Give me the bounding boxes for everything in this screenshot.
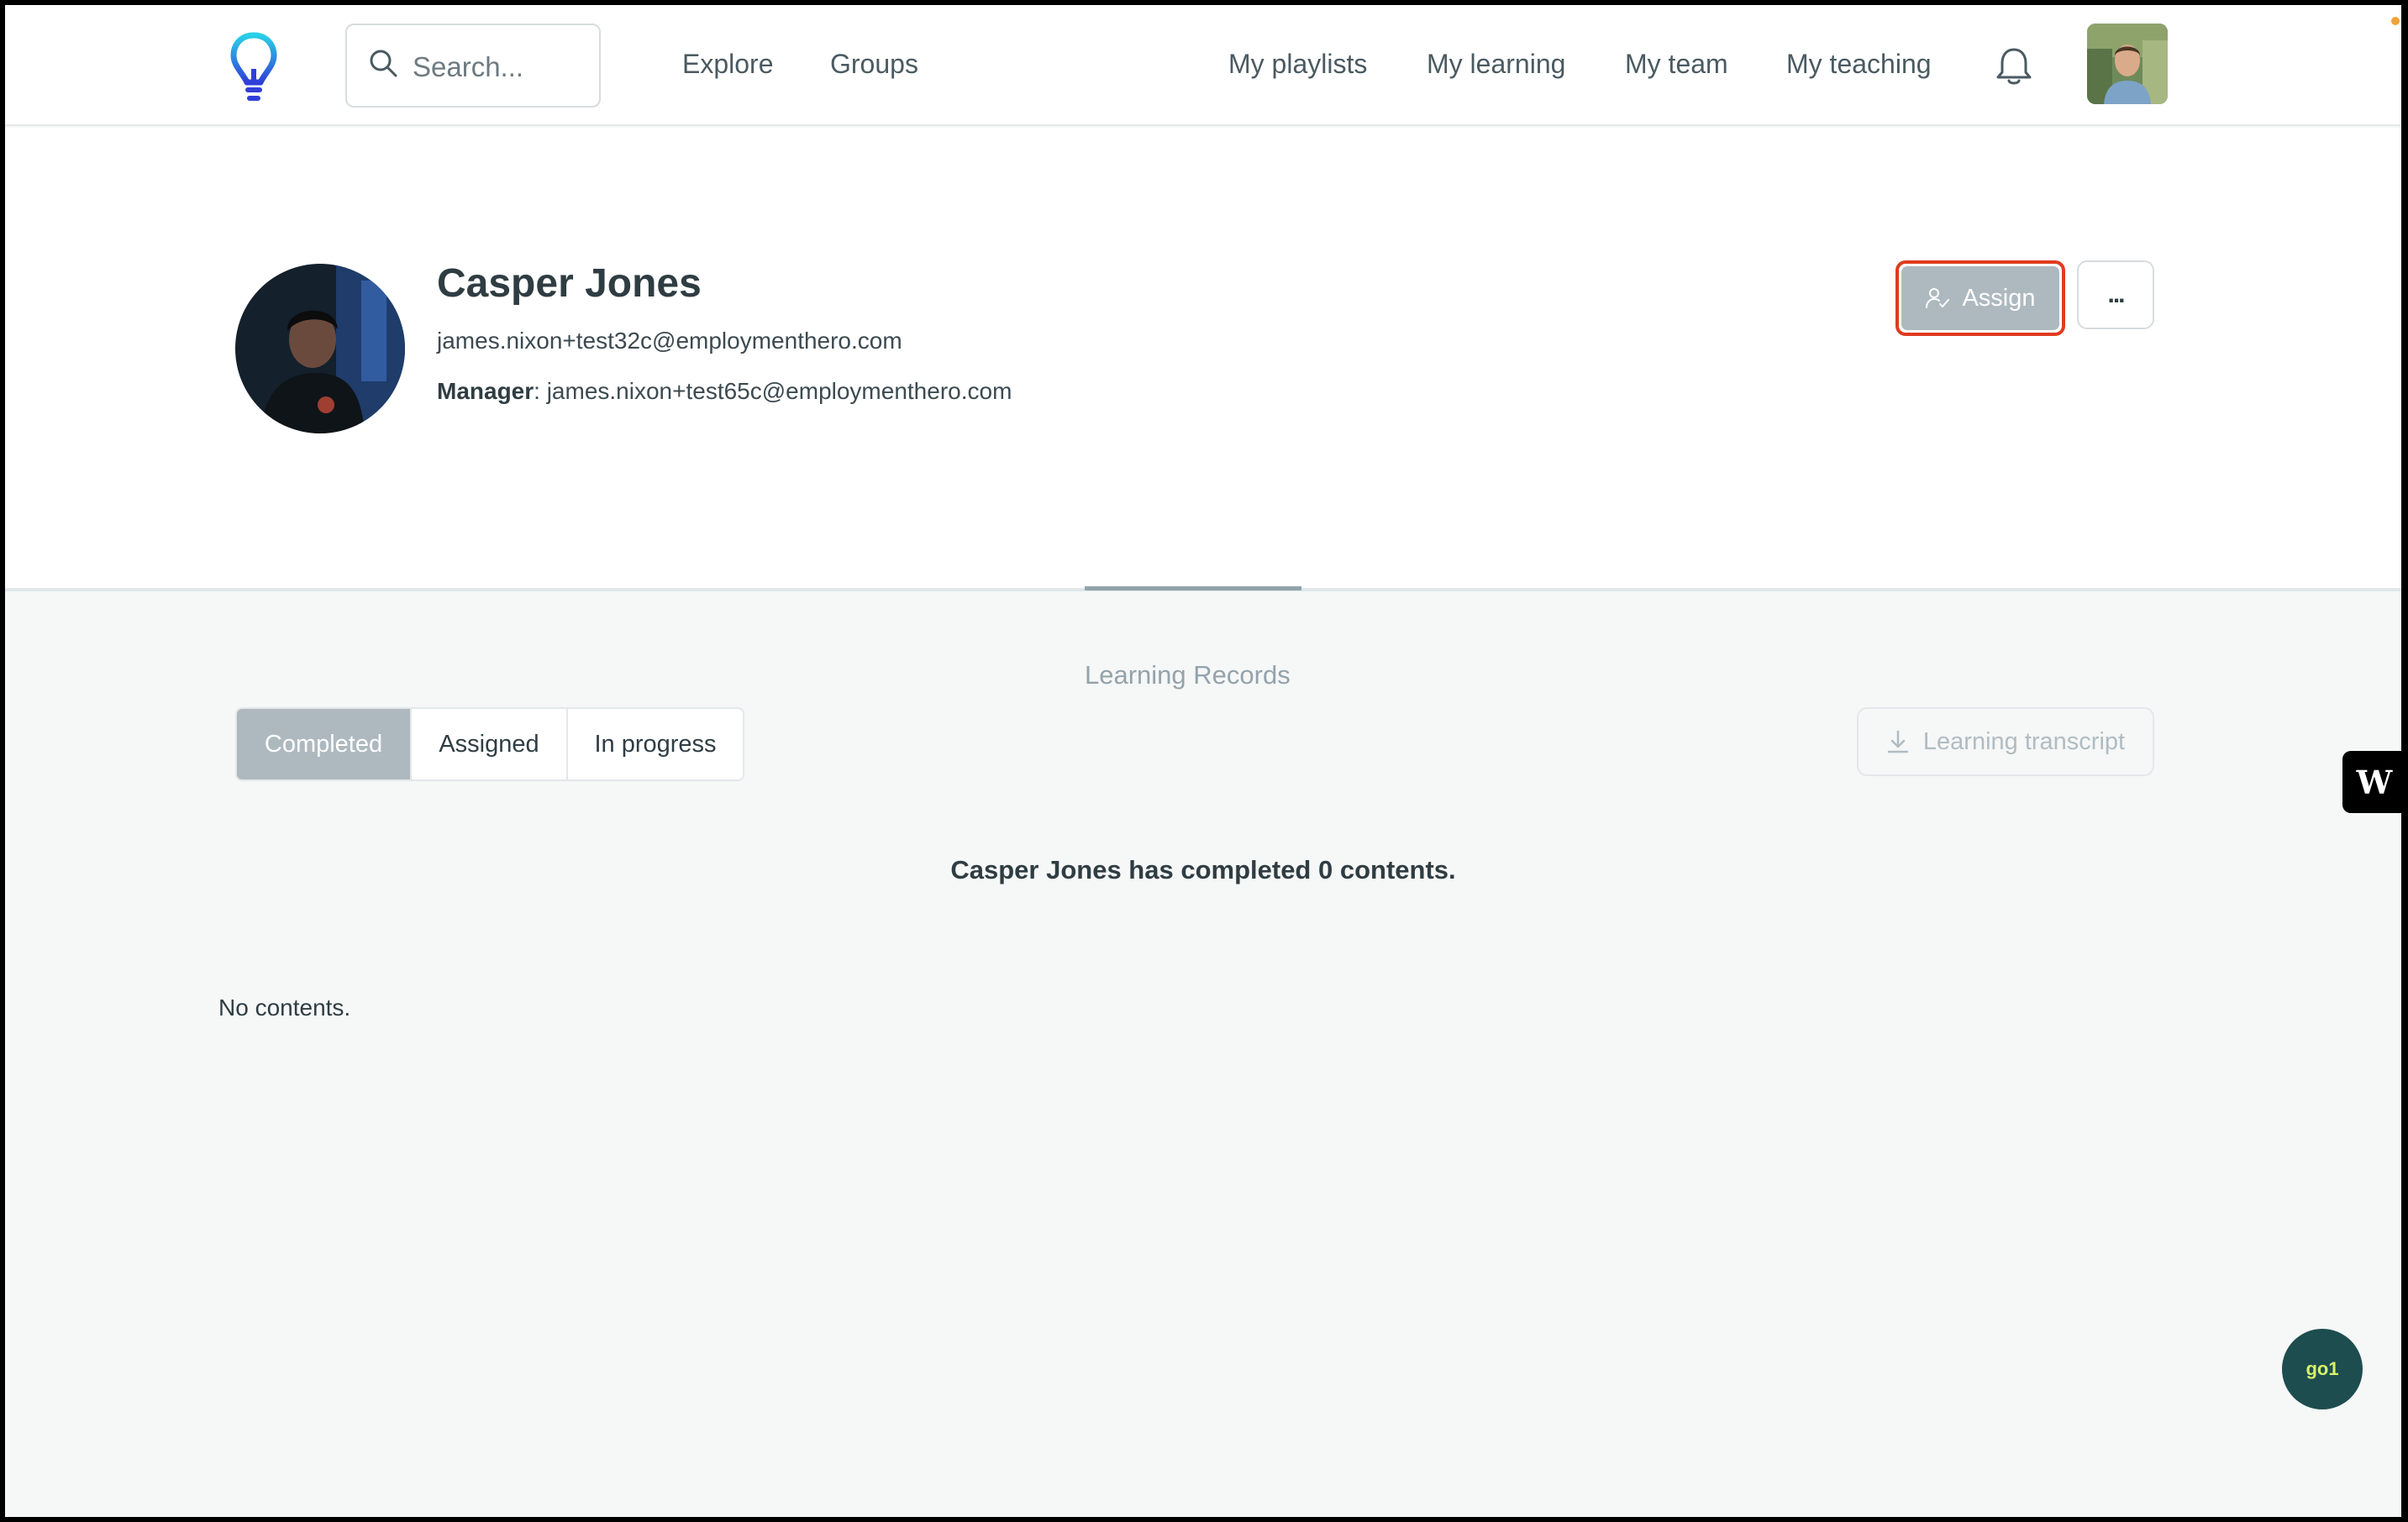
lightbulb-logo-icon[interactable] [229, 30, 279, 102]
search-box[interactable] [345, 24, 601, 108]
download-icon [1887, 730, 1909, 753]
bell-icon[interactable] [1995, 45, 2033, 87]
assign-button[interactable]: Assign [1901, 266, 2059, 330]
profile-photo [235, 264, 405, 433]
status-filter: Completed Assigned In progress [235, 707, 744, 781]
browser-viewport: Explore Groups My playlists My learning … [5, 5, 2401, 1517]
assign-highlight: Assign [1895, 260, 2065, 336]
profile-manager: Manager: james.nixon+test65c@employmenth… [437, 378, 1012, 405]
tab-learning-records[interactable]: Learning Records [1085, 660, 1291, 690]
nav-link-my-team[interactable]: My team [1625, 49, 1728, 80]
nav-link-my-learning[interactable]: My learning [1427, 49, 1565, 80]
search-icon [370, 50, 397, 77]
assign-label: Assign [1962, 284, 2036, 312]
filter-completed[interactable]: Completed [237, 709, 412, 779]
nav-link-explore[interactable]: Explore [682, 49, 774, 80]
status-dot [2391, 17, 2400, 25]
filter-in-progress[interactable]: In progress [568, 709, 743, 779]
search-input[interactable] [413, 49, 589, 86]
completed-summary: Casper Jones has completed 0 contents. [950, 855, 1456, 884]
active-tab-indicator [1085, 586, 1301, 590]
chat-bubble-button[interactable]: go1 [2282, 1329, 2363, 1409]
nav-link-my-teaching[interactable]: My teaching [1786, 49, 1932, 80]
learning-transcript-button[interactable]: Learning transcript [1857, 707, 2154, 776]
top-navbar: Explore Groups My playlists My learning … [5, 5, 2401, 126]
filter-assigned[interactable]: Assigned [412, 709, 568, 779]
user-check-icon [1926, 288, 1950, 308]
ellipsis-icon: ... [2107, 281, 2125, 308]
profile-avatar [235, 264, 405, 433]
user-photo [2087, 24, 2168, 104]
w-logo-icon: W [2356, 763, 2393, 801]
profile-name: Casper Jones [437, 261, 702, 306]
nav-link-groups[interactable]: Groups [830, 49, 918, 80]
go1-logo-icon: go1 [2305, 1358, 2339, 1379]
nav-link-my-playlists[interactable]: My playlists [1228, 49, 1367, 80]
side-widget-button[interactable]: W [2342, 751, 2401, 813]
empty-state: No contents. [218, 995, 351, 1021]
profile-header: Casper Jones james.nixon+test32c@employm… [5, 128, 2401, 690]
manager-label: Manager [437, 378, 534, 404]
user-avatar[interactable] [2087, 24, 2168, 104]
learning-transcript-label: Learning transcript [1922, 727, 2126, 755]
more-options-button[interactable]: ... [2077, 260, 2154, 329]
profile-email: james.nixon+test32c@employmenthero.com [437, 328, 902, 354]
window-frame: Explore Groups My playlists My learning … [0, 0, 2408, 1522]
manager-email: : james.nixon+test65c@employmenthero.com [534, 378, 1012, 404]
